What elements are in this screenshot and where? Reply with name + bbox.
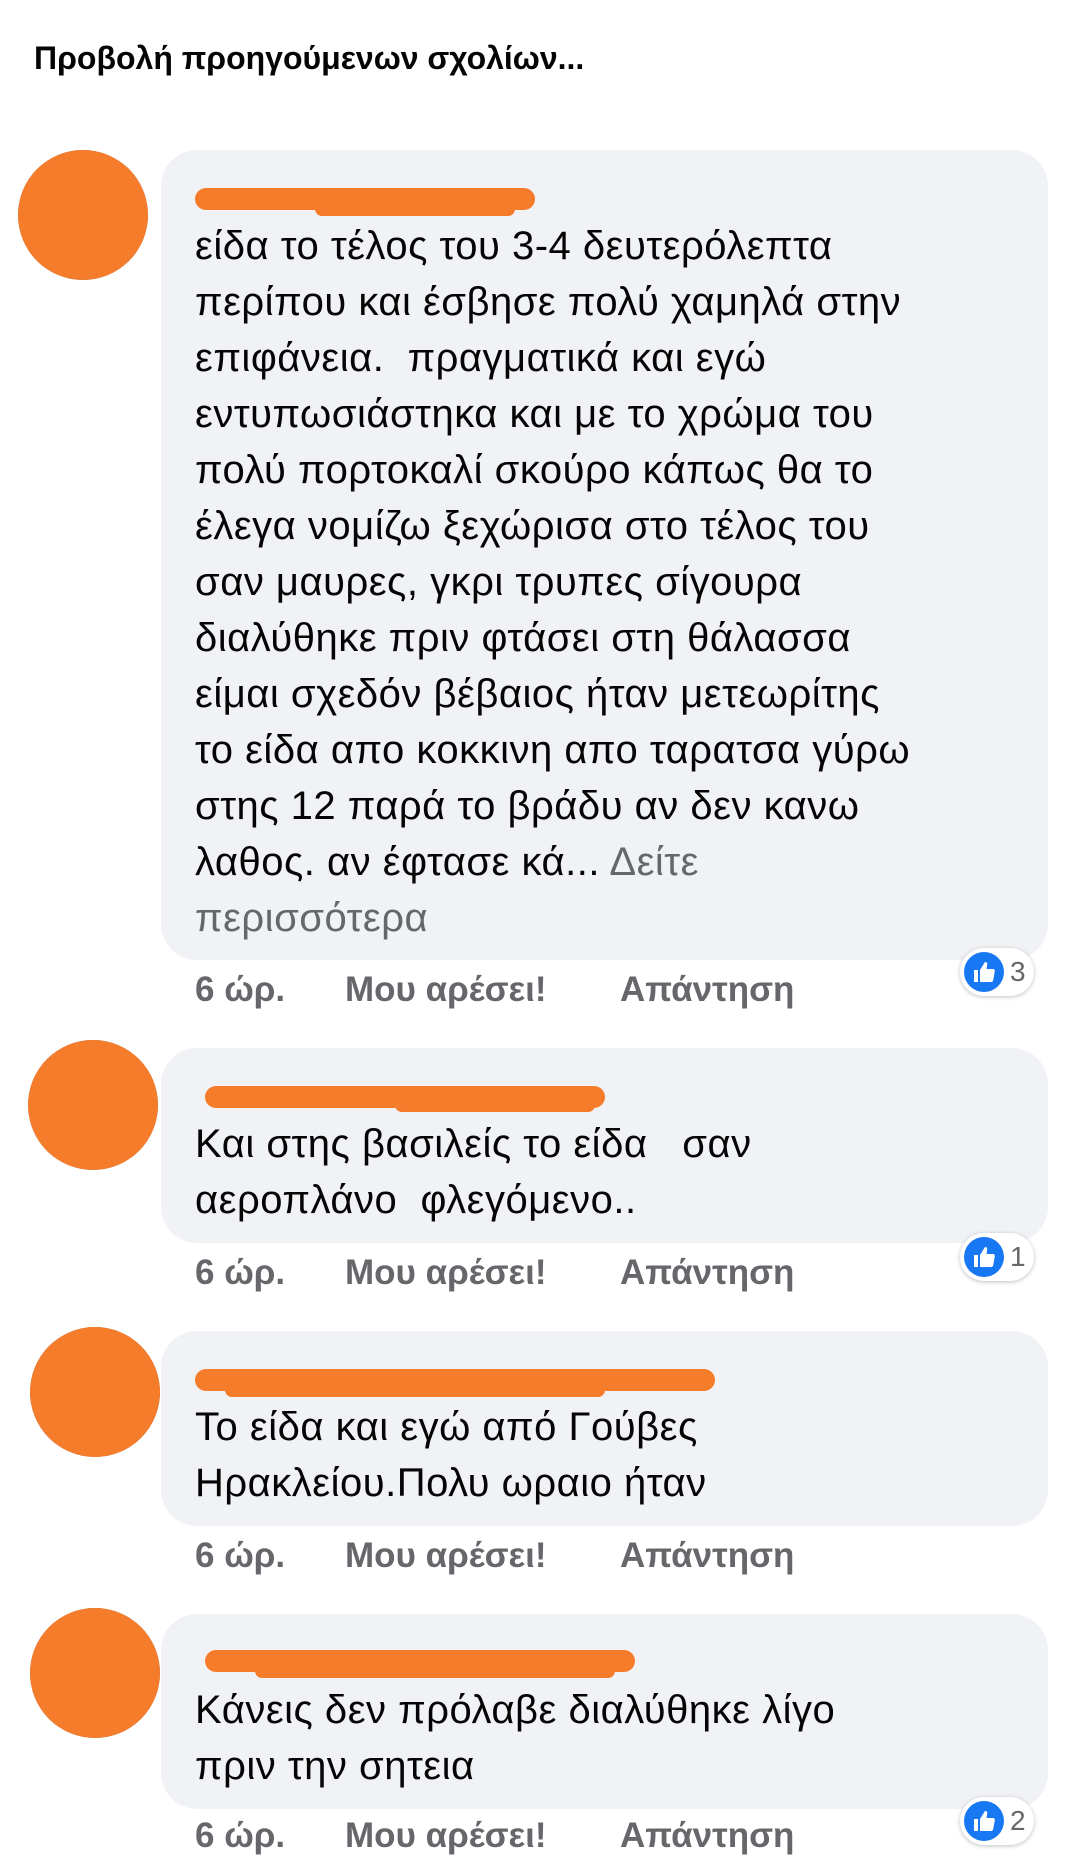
thumbs-up-icon <box>964 952 1004 992</box>
avatar[interactable] <box>18 150 148 280</box>
avatar[interactable] <box>30 1327 160 1457</box>
comment-text: Και στης βασιλείς το είδα σαν αεροπλάνο … <box>195 1122 752 1222</box>
comment-bubble[interactable]: Κάνεις δεν πρόλαβε διαλύθηκε λίγο πριν τ… <box>161 1614 1048 1809</box>
reaction-count: 1 <box>1010 1241 1026 1272</box>
comment-actions: 6 ώρ. Μου αρέσει! Απάντηση <box>195 1248 794 1298</box>
comment-text: Το είδα και εγώ από Γούβες Ηρακλείου.Πολ… <box>195 1405 707 1505</box>
comment-bubble[interactable]: Το είδα και εγώ από Γούβες Ηρακλείου.Πολ… <box>161 1331 1048 1526</box>
like-button[interactable]: Μου αρέσει! <box>345 970 620 1010</box>
avatar[interactable] <box>30 1608 160 1738</box>
like-button[interactable]: Μου αρέσει! <box>345 1816 620 1856</box>
author-name-redacted <box>195 1076 1018 1116</box>
comment-timestamp[interactable]: 6 ώρ. <box>195 970 345 1010</box>
reply-button[interactable]: Απάντηση <box>620 1536 794 1576</box>
comment-actions: 6 ώρ. Μου αρέσει! Απάντηση <box>195 1811 794 1861</box>
comment-bubble[interactable]: Και στης βασιλείς το είδα σαν αεροπλάνο … <box>161 1048 1048 1243</box>
redaction-scribble <box>30 1327 160 1457</box>
comment-bubble[interactable]: είδα το τέλος του 3-4 δευτερόλεπτα περίπ… <box>161 150 1048 960</box>
reply-button[interactable]: Απάντηση <box>620 1253 794 1293</box>
view-previous-comments-link[interactable]: Προβολή προηγούμενων σχολίων... <box>34 40 584 77</box>
author-name-redacted <box>195 1359 1018 1399</box>
author-name-redacted <box>195 178 1018 218</box>
avatar[interactable] <box>28 1040 158 1170</box>
like-button[interactable]: Μου αρέσει! <box>345 1536 620 1576</box>
redaction-scribble <box>30 1608 160 1738</box>
author-name-redacted <box>195 1642 1018 1682</box>
thumbs-up-icon <box>964 1237 1004 1277</box>
comment-text: είδα το τέλος του 3-4 δευτερόλεπτα περίπ… <box>195 224 911 940</box>
like-button[interactable]: Μου αρέσει! <box>345 1253 620 1293</box>
comment-timestamp[interactable]: 6 ώρ. <box>195 1536 345 1576</box>
redaction-scribble <box>18 150 148 280</box>
reaction-badge[interactable]: 2 <box>960 1797 1034 1845</box>
comment-actions: 6 ώρ. Μου αρέσει! Απάντηση <box>195 965 794 1015</box>
reaction-count: 2 <box>1010 1805 1026 1836</box>
comment-actions: 6 ώρ. Μου αρέσει! Απάντηση <box>195 1531 794 1581</box>
reaction-count: 3 <box>1010 956 1026 987</box>
reaction-badge[interactable]: 3 <box>960 948 1034 996</box>
reaction-badge[interactable]: 1 <box>960 1233 1034 1281</box>
reply-button[interactable]: Απάντηση <box>620 1816 794 1856</box>
thumbs-up-icon <box>964 1801 1004 1841</box>
comment-timestamp[interactable]: 6 ώρ. <box>195 1253 345 1293</box>
redaction-scribble <box>28 1040 158 1170</box>
reply-button[interactable]: Απάντηση <box>620 970 794 1010</box>
comment-text: Κάνεις δεν πρόλαβε διαλύθηκε λίγο πριν τ… <box>195 1688 836 1788</box>
comment-timestamp[interactable]: 6 ώρ. <box>195 1816 345 1856</box>
